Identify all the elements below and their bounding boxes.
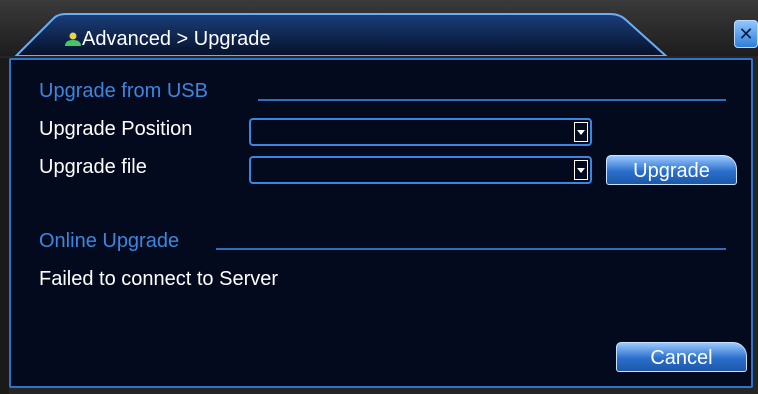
upgrade-position-label: Upgrade Position: [39, 118, 193, 140]
upgrade-dialog: Advanced > Upgrade ✕ Upgrade from USB Up…: [0, 0, 758, 394]
window-title: Advanced > Upgrade: [82, 28, 271, 50]
online-section-heading: Online Upgrade: [39, 230, 180, 252]
content-panel: Upgrade from USB Upgrade Position Upgrad…: [9, 58, 753, 388]
chevron-down-icon[interactable]: [574, 122, 588, 142]
usb-section-divider: [258, 99, 726, 101]
online-section-divider: [216, 248, 726, 250]
upgrade-position-select[interactable]: [249, 118, 592, 146]
window-edge: [0, 58, 9, 394]
close-icon: ✕: [738, 24, 754, 44]
upgrade-file-select[interactable]: [249, 156, 592, 184]
title-tab: Advanced > Upgrade: [14, 10, 674, 56]
title-bar: Advanced > Upgrade ✕: [0, 0, 758, 56]
upgrade-button[interactable]: Upgrade: [606, 155, 737, 185]
usb-section-heading: Upgrade from USB: [39, 80, 208, 102]
online-status-text: Failed to connect to Server: [39, 268, 279, 290]
user-icon: [64, 32, 82, 46]
close-button[interactable]: ✕: [734, 20, 758, 48]
chevron-down-icon[interactable]: [574, 160, 588, 180]
cancel-button[interactable]: Cancel: [616, 342, 747, 372]
upgrade-file-label: Upgrade file: [39, 156, 147, 178]
